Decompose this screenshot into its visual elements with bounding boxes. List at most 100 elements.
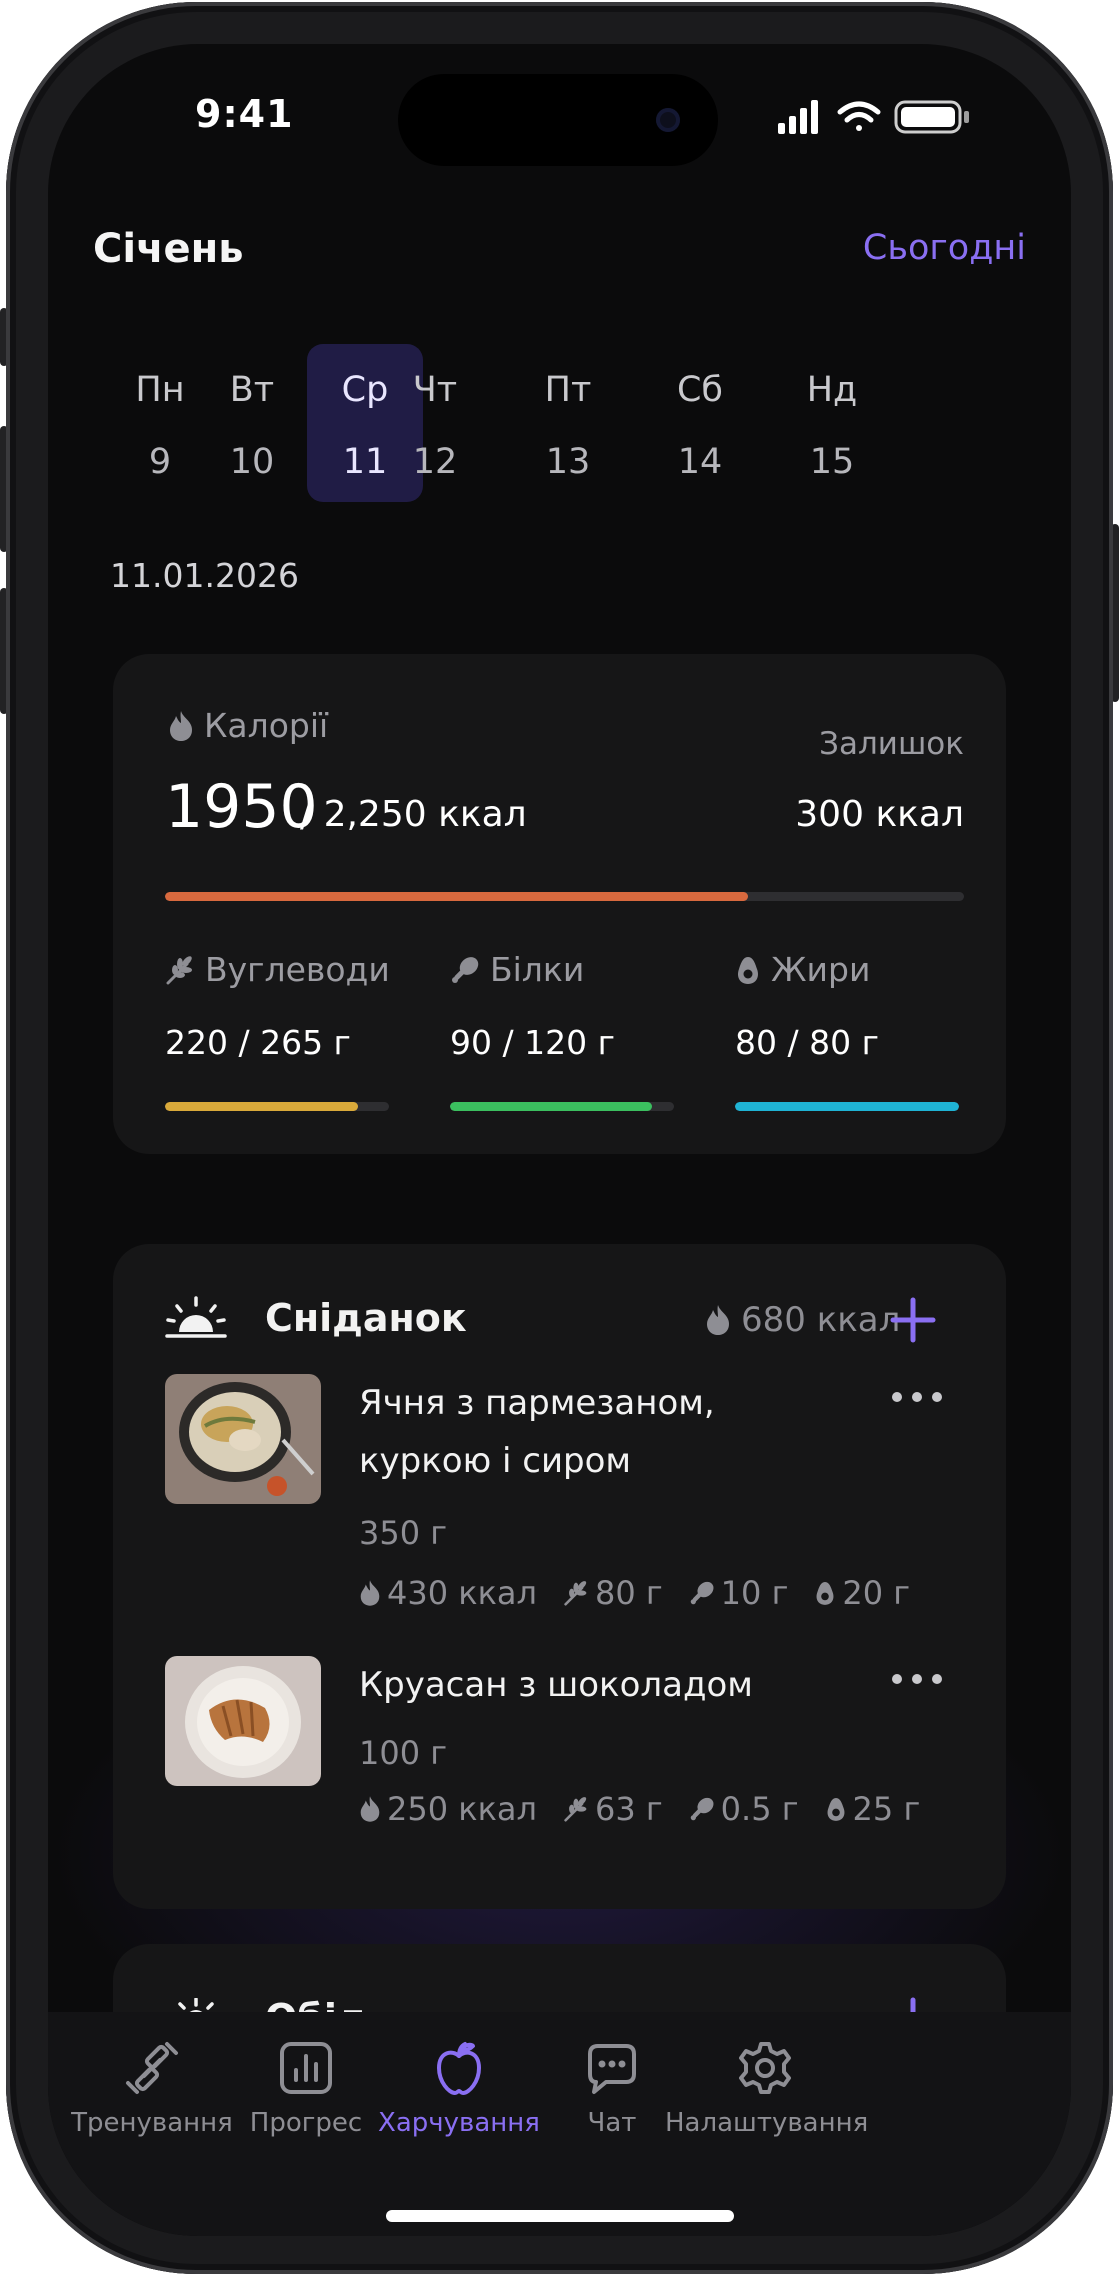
protein-progress-bar: [450, 1102, 674, 1111]
food-protein-value: 0.5 г: [720, 1790, 799, 1828]
protein-progress-fill: [450, 1102, 652, 1111]
macro-protein: Білки 90 / 120 г: [450, 950, 676, 1120]
drumstick-icon: [690, 1581, 714, 1605]
day-number: 14: [677, 442, 723, 482]
wheat-icon: [564, 1581, 587, 1606]
food-carbs: 80 г: [563, 1574, 663, 1612]
remaining-label: Залишок: [819, 726, 964, 762]
macro-name: Жири: [771, 950, 871, 989]
tab-bar: Тренування Прогрес Харчування Чат Налашт…: [48, 2012, 1071, 2236]
food-item[interactable]: Ячня з пармезаном, куркою і сиром 350 г …: [165, 1374, 955, 1614]
flame-icon: [360, 1796, 380, 1822]
macro-heading: Вуглеводи: [165, 950, 391, 989]
calories-consumed: 1950: [165, 772, 318, 842]
food-photo-croissant: [165, 1656, 321, 1786]
today-link[interactable]: Сьогодні: [863, 228, 1026, 268]
add-food-button[interactable]: [885, 1292, 941, 1348]
fat-progress-bar: [735, 1102, 959, 1111]
food-name: Ячня з пармезаном, куркою і сиром: [359, 1383, 715, 1481]
chart-icon: [280, 2042, 332, 2094]
remaining-value: 300 ккал: [795, 794, 964, 835]
day-tue[interactable]: Вт 10: [194, 344, 310, 502]
food-weight: 100 г: [359, 1734, 448, 1772]
selected-date: 11.01.2026: [110, 556, 299, 595]
calories-card: Калорії 1950 / 2,250 ккал Залишок 300 кк…: [113, 654, 1006, 1154]
flame-icon: [170, 710, 192, 741]
day-name: Вт: [229, 370, 275, 410]
food-name: Круасан з шоколадом: [359, 1665, 753, 1705]
food-protein: 10 г: [689, 1574, 789, 1612]
food-carbs-value: 63 г: [594, 1790, 663, 1828]
meal-calories: 680 ккал: [705, 1300, 900, 1340]
app-screen: 9:41 Січень Сьогодні Пн 9 Вт 10 Ср 11 Чт 12 …: [48, 44, 1071, 2236]
day-number: 10: [229, 442, 275, 482]
food-carbs-value: 80 г: [594, 1574, 663, 1612]
more-options-button[interactable]: [889, 1664, 945, 1694]
food-fat: 20 г: [814, 1574, 910, 1612]
wifi-icon: [837, 101, 881, 131]
day-name: Нд: [806, 370, 858, 410]
food-item[interactable]: Круасан з шоколадом 100 г 250 ккал 63 г …: [165, 1656, 955, 1856]
chat-icon: [588, 2044, 636, 2094]
avocado-icon: [827, 1798, 845, 1821]
day-sat[interactable]: Сб 14: [642, 344, 758, 502]
food-photo-eggs: [165, 1374, 321, 1504]
fat-progress-fill: [735, 1102, 959, 1111]
day-number: 15: [809, 442, 855, 482]
food-weight: 350 г: [359, 1514, 448, 1552]
food-kcal: 250 ккал: [359, 1790, 537, 1828]
day-sun[interactable]: Нд 15: [774, 344, 890, 502]
status-icons: [778, 100, 969, 134]
tab-settings[interactable]: Налаштування: [665, 2036, 868, 2138]
macro-heading: Білки: [450, 950, 676, 989]
drumstick-icon: [452, 956, 479, 983]
food-fat-value: 25 г: [852, 1790, 921, 1828]
macro-value: 90 / 120 г: [450, 1023, 615, 1062]
wheat-icon: [166, 955, 192, 984]
dumbbell-icon: [126, 2042, 178, 2094]
drumstick-icon: [690, 1797, 714, 1821]
gear-icon: [739, 2042, 791, 2094]
macro-heading: Жири: [735, 950, 961, 989]
macro-value: 80 / 80 г: [735, 1023, 879, 1062]
apple-icon: [437, 2042, 481, 2095]
battery-icon: [894, 100, 969, 134]
day-number: 12: [412, 442, 458, 482]
macro-name: Вуглеводи: [205, 950, 390, 989]
flame-icon: [707, 1305, 729, 1335]
home-indicator[interactable]: [386, 2210, 734, 2222]
food-protein-value: 10 г: [720, 1574, 789, 1612]
more-options-button[interactable]: [889, 1382, 945, 1412]
calories-heading: Калорії: [168, 706, 328, 745]
dynamic-island: [398, 74, 718, 166]
sunrise-icon: [165, 1296, 227, 1338]
food-kcal-value: 250 ккал: [387, 1790, 537, 1828]
camera-icon: [656, 108, 680, 132]
meal-calories-value: 680 ккал: [741, 1300, 901, 1340]
carbs-progress-fill: [165, 1102, 358, 1111]
day-fri[interactable]: Пт 13: [510, 344, 626, 502]
day-number: 13: [545, 442, 591, 482]
food-protein: 0.5 г: [689, 1790, 799, 1828]
food-nutrients: 430 ккал 80 г 10 г 20 г: [359, 1574, 910, 1612]
food-fat: 25 г: [825, 1790, 921, 1828]
wheat-icon: [564, 1797, 587, 1822]
day-name: Чт: [412, 370, 458, 410]
macro-carbs: Вуглеводи 220 / 265 г: [165, 950, 391, 1120]
avocado-icon: [738, 956, 758, 984]
food-carbs: 63 г: [563, 1790, 663, 1828]
week-strip: Пн 9 Вт 10 Ср 11 Чт 12 Пт 13 Сб 14 Нд 15: [102, 344, 1034, 502]
meal-card-breakfast: Сніданок 680 ккал Ячня з пармезаном, кур…: [113, 1244, 1006, 1909]
food-kcal-value: 430 ккал: [387, 1574, 537, 1612]
day-name: Сб: [676, 370, 724, 410]
calories-total: / 2,250 ккал: [300, 794, 527, 835]
status-time: 9:41: [195, 92, 294, 136]
food-kcal: 430 ккал: [359, 1574, 537, 1612]
day-thu[interactable]: Чт 12: [377, 344, 493, 502]
month-title: Січень: [93, 226, 244, 272]
calories-label: Калорії: [204, 706, 329, 745]
flame-icon: [360, 1580, 380, 1606]
calories-progress-fill: [165, 892, 749, 901]
food-nutrients: 250 ккал 63 г 0.5 г 25 г: [359, 1790, 920, 1828]
cellular-signal-icon: [778, 100, 818, 134]
